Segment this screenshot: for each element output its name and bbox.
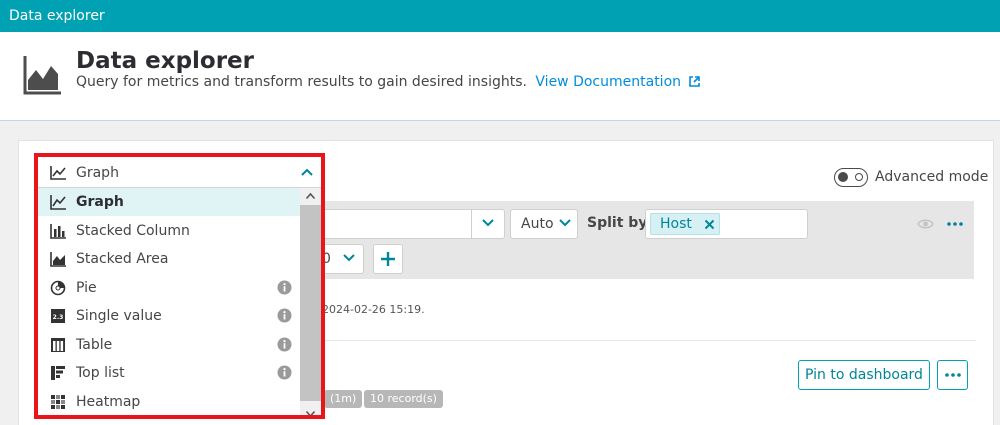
view-documentation-link[interactable]: View Documentation — [535, 74, 701, 90]
heatmap-icon — [51, 395, 65, 409]
area-chart-icon — [23, 56, 61, 95]
visualization-select[interactable]: Graph — [38, 158, 322, 188]
plus-icon — [381, 252, 395, 266]
advanced-mode-label: Advanced mode — [875, 169, 989, 185]
option-label: Graph — [76, 194, 124, 210]
chevron-down-icon — [559, 219, 571, 227]
option-label: Single value — [76, 308, 162, 324]
section-divider — [321, 340, 976, 341]
split-by-label: Split by — [587, 215, 648, 231]
option-label: Heatmap — [76, 394, 141, 410]
page-title: Data explorer — [76, 48, 255, 74]
option-label: Stacked Area — [76, 251, 169, 267]
subtitle-text: Query for metrics and transform results … — [76, 74, 527, 90]
visualization-option-stacked-area[interactable]: Stacked Area — [38, 245, 300, 273]
resolution-select[interactable]: 0 — [322, 244, 364, 274]
stacked-area-icon — [50, 252, 66, 267]
more-options-icon[interactable] — [947, 222, 963, 226]
scrollbar-thumb[interactable] — [300, 205, 321, 401]
split-by-chip: Host — [650, 213, 720, 235]
visualization-option-stacked-column[interactable]: Stacked Column — [38, 217, 300, 245]
info-icon[interactable] — [277, 337, 292, 352]
record-count-badge: 10 record(s) — [364, 390, 443, 408]
page-header: Data explorer Query for metrics and tran… — [0, 32, 1000, 121]
visualization-option-graph[interactable]: Graph — [38, 188, 300, 216]
more-options-icon — [945, 373, 961, 377]
table-icon — [51, 338, 65, 352]
line-chart-icon — [50, 195, 66, 210]
chevron-down-icon — [482, 219, 494, 227]
info-icon[interactable] — [277, 280, 292, 295]
chevron-up-icon — [301, 168, 313, 176]
app-title: Data explorer — [9, 8, 105, 24]
last-updated-timestamp: 2024-02-26 15:19. — [322, 303, 425, 316]
metric-select[interactable] — [322, 209, 505, 239]
visualization-option-single-value[interactable]: 2.3 Single value — [38, 302, 300, 330]
option-label: Top list — [76, 365, 125, 381]
resolution-value: 0 — [322, 251, 331, 267]
app-titlebar: Data explorer — [0, 0, 1000, 32]
visualization-option-top-list[interactable]: Top list — [38, 359, 300, 387]
view-documentation-label: View Documentation — [535, 74, 682, 90]
toggle-off-indicator — [855, 173, 863, 181]
more-actions-button[interactable] — [937, 360, 968, 390]
visualization-option-heatmap[interactable]: Heatmap — [38, 388, 300, 416]
chip-label: Host — [660, 216, 692, 232]
top-list-icon — [51, 366, 65, 380]
external-link-icon — [689, 76, 701, 87]
single-value-icon: 2.3 — [51, 309, 65, 323]
page-subtitle: Query for metrics and transform results … — [76, 74, 701, 90]
interval-badge: (1m) — [324, 390, 363, 408]
select-separator — [471, 210, 472, 238]
info-icon[interactable] — [277, 365, 292, 380]
aggregation-select[interactable]: Auto — [510, 209, 578, 239]
advanced-mode-toggle[interactable] — [834, 168, 868, 187]
line-chart-icon — [50, 166, 66, 180]
info-icon[interactable] — [277, 308, 292, 323]
aggregation-value: Auto — [521, 216, 554, 232]
chevron-down-icon — [343, 254, 355, 262]
toggle-knob — [838, 172, 848, 182]
option-label: Stacked Column — [76, 223, 190, 239]
dropdown-scrollbar[interactable] — [300, 188, 321, 418]
option-label: Pie — [76, 280, 97, 296]
scroll-up-icon[interactable] — [305, 192, 316, 200]
stacked-column-icon — [50, 224, 66, 239]
option-label: Table — [76, 337, 113, 353]
add-query-button[interactable] — [373, 244, 403, 274]
scroll-down-icon[interactable] — [305, 410, 316, 418]
pie-icon — [50, 280, 66, 296]
visualization-selected-label: Graph — [76, 165, 119, 181]
visualization-option-pie[interactable]: Pie — [38, 274, 300, 302]
svg-text:2.3: 2.3 — [53, 314, 64, 321]
pin-to-dashboard-button[interactable]: Pin to dashboard — [798, 360, 930, 390]
remove-chip-icon[interactable] — [704, 219, 715, 230]
eye-icon[interactable] — [917, 218, 934, 230]
split-by-field[interactable]: Host — [645, 209, 808, 239]
visualization-option-table[interactable]: Table — [38, 331, 300, 359]
visualization-dropdown: Graph Stacked Column Stacked Area Pie 2.… — [38, 188, 322, 418]
